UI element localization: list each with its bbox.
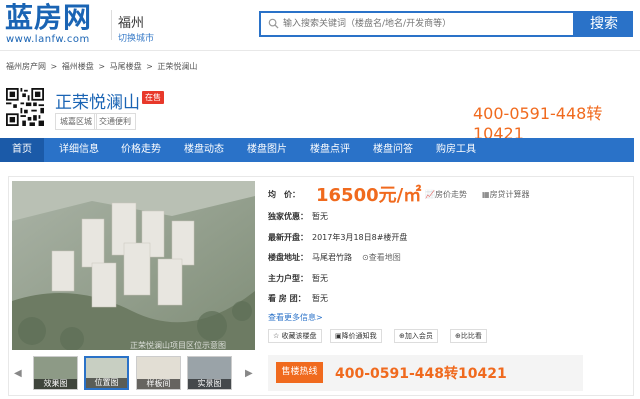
- main-nav: 首页 详细信息 价格走势 楼盘动态 楼盘图片 楼盘点评 楼盘问答 购房工具: [0, 138, 634, 162]
- thumbnail-label: 实景图: [188, 379, 231, 389]
- tab-qa[interactable]: 楼盘问答: [364, 138, 422, 162]
- discount-value: 暂无: [312, 212, 328, 221]
- qr-code-icon: [6, 88, 44, 126]
- tab-tools[interactable]: 购房工具: [427, 138, 485, 162]
- favorite-button[interactable]: ☆ 收藏该楼盘: [268, 329, 322, 343]
- tab-details[interactable]: 详细信息: [50, 138, 108, 162]
- divider: [0, 50, 640, 51]
- thumbnail-label: 效果图: [34, 379, 77, 389]
- price-trend-link[interactable]: 📈房价走势: [425, 189, 467, 200]
- search-button[interactable]: 搜索: [575, 11, 633, 37]
- breadcrumb-city-listings[interactable]: 福州楼盘: [62, 62, 94, 71]
- tab-price-trend[interactable]: 价格走势: [112, 138, 170, 162]
- tab-reviews[interactable]: 楼盘点评: [301, 138, 359, 162]
- unit-label: 主力户型：: [268, 274, 308, 283]
- feature-tag: 城嘉区城: [55, 113, 97, 130]
- project-photo[interactable]: [12, 181, 255, 350]
- address-label: 楼盘地址：: [268, 253, 308, 262]
- price-alert-button[interactable]: ▣降价通知我: [330, 329, 382, 343]
- thumbnail-label: 样板间: [137, 379, 180, 389]
- join-member-button[interactable]: ⊕加入会员: [394, 329, 438, 343]
- tab-home[interactable]: 首页: [0, 138, 44, 162]
- thumbnail[interactable]: 效果图: [33, 356, 78, 390]
- site-url: www.lanfw.com: [6, 34, 90, 45]
- tour-value: 暂无: [312, 294, 328, 303]
- price-alert-label: 降价通知我: [341, 332, 377, 340]
- breadcrumb-sep: >: [50, 62, 58, 71]
- more-info-link[interactable]: 查看更多信息>: [268, 312, 323, 323]
- tour-label: 看 房 团：: [268, 294, 306, 303]
- divider: [111, 10, 112, 40]
- photo-watermark: 正荣悦澜山项目区位示意图: [130, 341, 226, 350]
- site-logo[interactable]: 蓝房网: [5, 2, 92, 34]
- search-icon: [268, 18, 279, 29]
- prev-arrow-icon[interactable]: ◀: [14, 368, 22, 379]
- thumbnail[interactable]: 实景图: [187, 356, 232, 390]
- hotline-number: 400-0591-448转10421: [335, 366, 507, 382]
- breadcrumb-sep: >: [146, 62, 153, 71]
- thumbnail-label: 位置图: [86, 378, 127, 388]
- thumbnail[interactable]: 样板间: [136, 356, 181, 390]
- tab-news[interactable]: 楼盘动态: [175, 138, 233, 162]
- view-map-link[interactable]: ⊙查看地图: [362, 252, 401, 263]
- page-title: 正荣悦澜山: [55, 93, 140, 113]
- discount-label: 独家优惠：: [268, 212, 308, 221]
- status-badge: 在售: [142, 91, 164, 104]
- current-city: 福州: [118, 16, 145, 31]
- view-map-label: 查看地图: [368, 253, 401, 262]
- opening-label: 最新开盘：: [268, 233, 308, 242]
- thumbnail-strip: 效果图 位置图 样板间 实景图: [12, 354, 255, 392]
- price-value: 16500元/㎡: [316, 185, 422, 206]
- mortgage-calculator-link[interactable]: ▦房贷计算器: [482, 189, 530, 200]
- search-bar: [259, 11, 575, 37]
- breadcrumb-sep: >: [98, 62, 106, 71]
- compare-label: 比比看: [460, 332, 482, 340]
- breadcrumb: 福州房产网 > 福州楼盘 > 马尾楼盘 > 正荣悦澜山: [6, 61, 199, 72]
- search-input[interactable]: [283, 13, 571, 35]
- bell-icon: ▣: [335, 332, 342, 340]
- price-trend-label: 房价走势: [434, 190, 467, 199]
- hotline-number: 400-0591-448转10421: [473, 104, 603, 143]
- opening-value: 2017年3月18日8#楼开盘: [312, 233, 408, 242]
- switch-city-link[interactable]: 切换城市: [118, 31, 154, 44]
- feature-tag: 交通便利: [94, 113, 136, 130]
- mortgage-calculator-label: 房贷计算器: [489, 190, 530, 199]
- thumbnail[interactable]: 位置图: [84, 356, 129, 390]
- calculator-icon: ▦: [482, 190, 490, 199]
- chart-icon: 📈: [425, 190, 435, 199]
- join-member-label: 加入会员: [404, 332, 433, 340]
- breadcrumb-current: 正荣悦澜山: [157, 62, 198, 71]
- map-pin-icon: ⊙: [362, 253, 369, 262]
- unit-value: 暂无: [312, 274, 328, 283]
- price-label: 均 价：: [268, 190, 300, 199]
- compare-button[interactable]: ⊕比比看: [450, 329, 487, 343]
- tab-photos[interactable]: 楼盘图片: [238, 138, 296, 162]
- breadcrumb-home[interactable]: 福州房产网: [6, 62, 46, 71]
- breadcrumb-district[interactable]: 马尾楼盘: [110, 62, 142, 71]
- next-arrow-icon[interactable]: ▶: [245, 368, 253, 379]
- hotline-button[interactable]: 售楼热线: [276, 362, 323, 383]
- address-value: 马尾君竹路: [312, 253, 352, 262]
